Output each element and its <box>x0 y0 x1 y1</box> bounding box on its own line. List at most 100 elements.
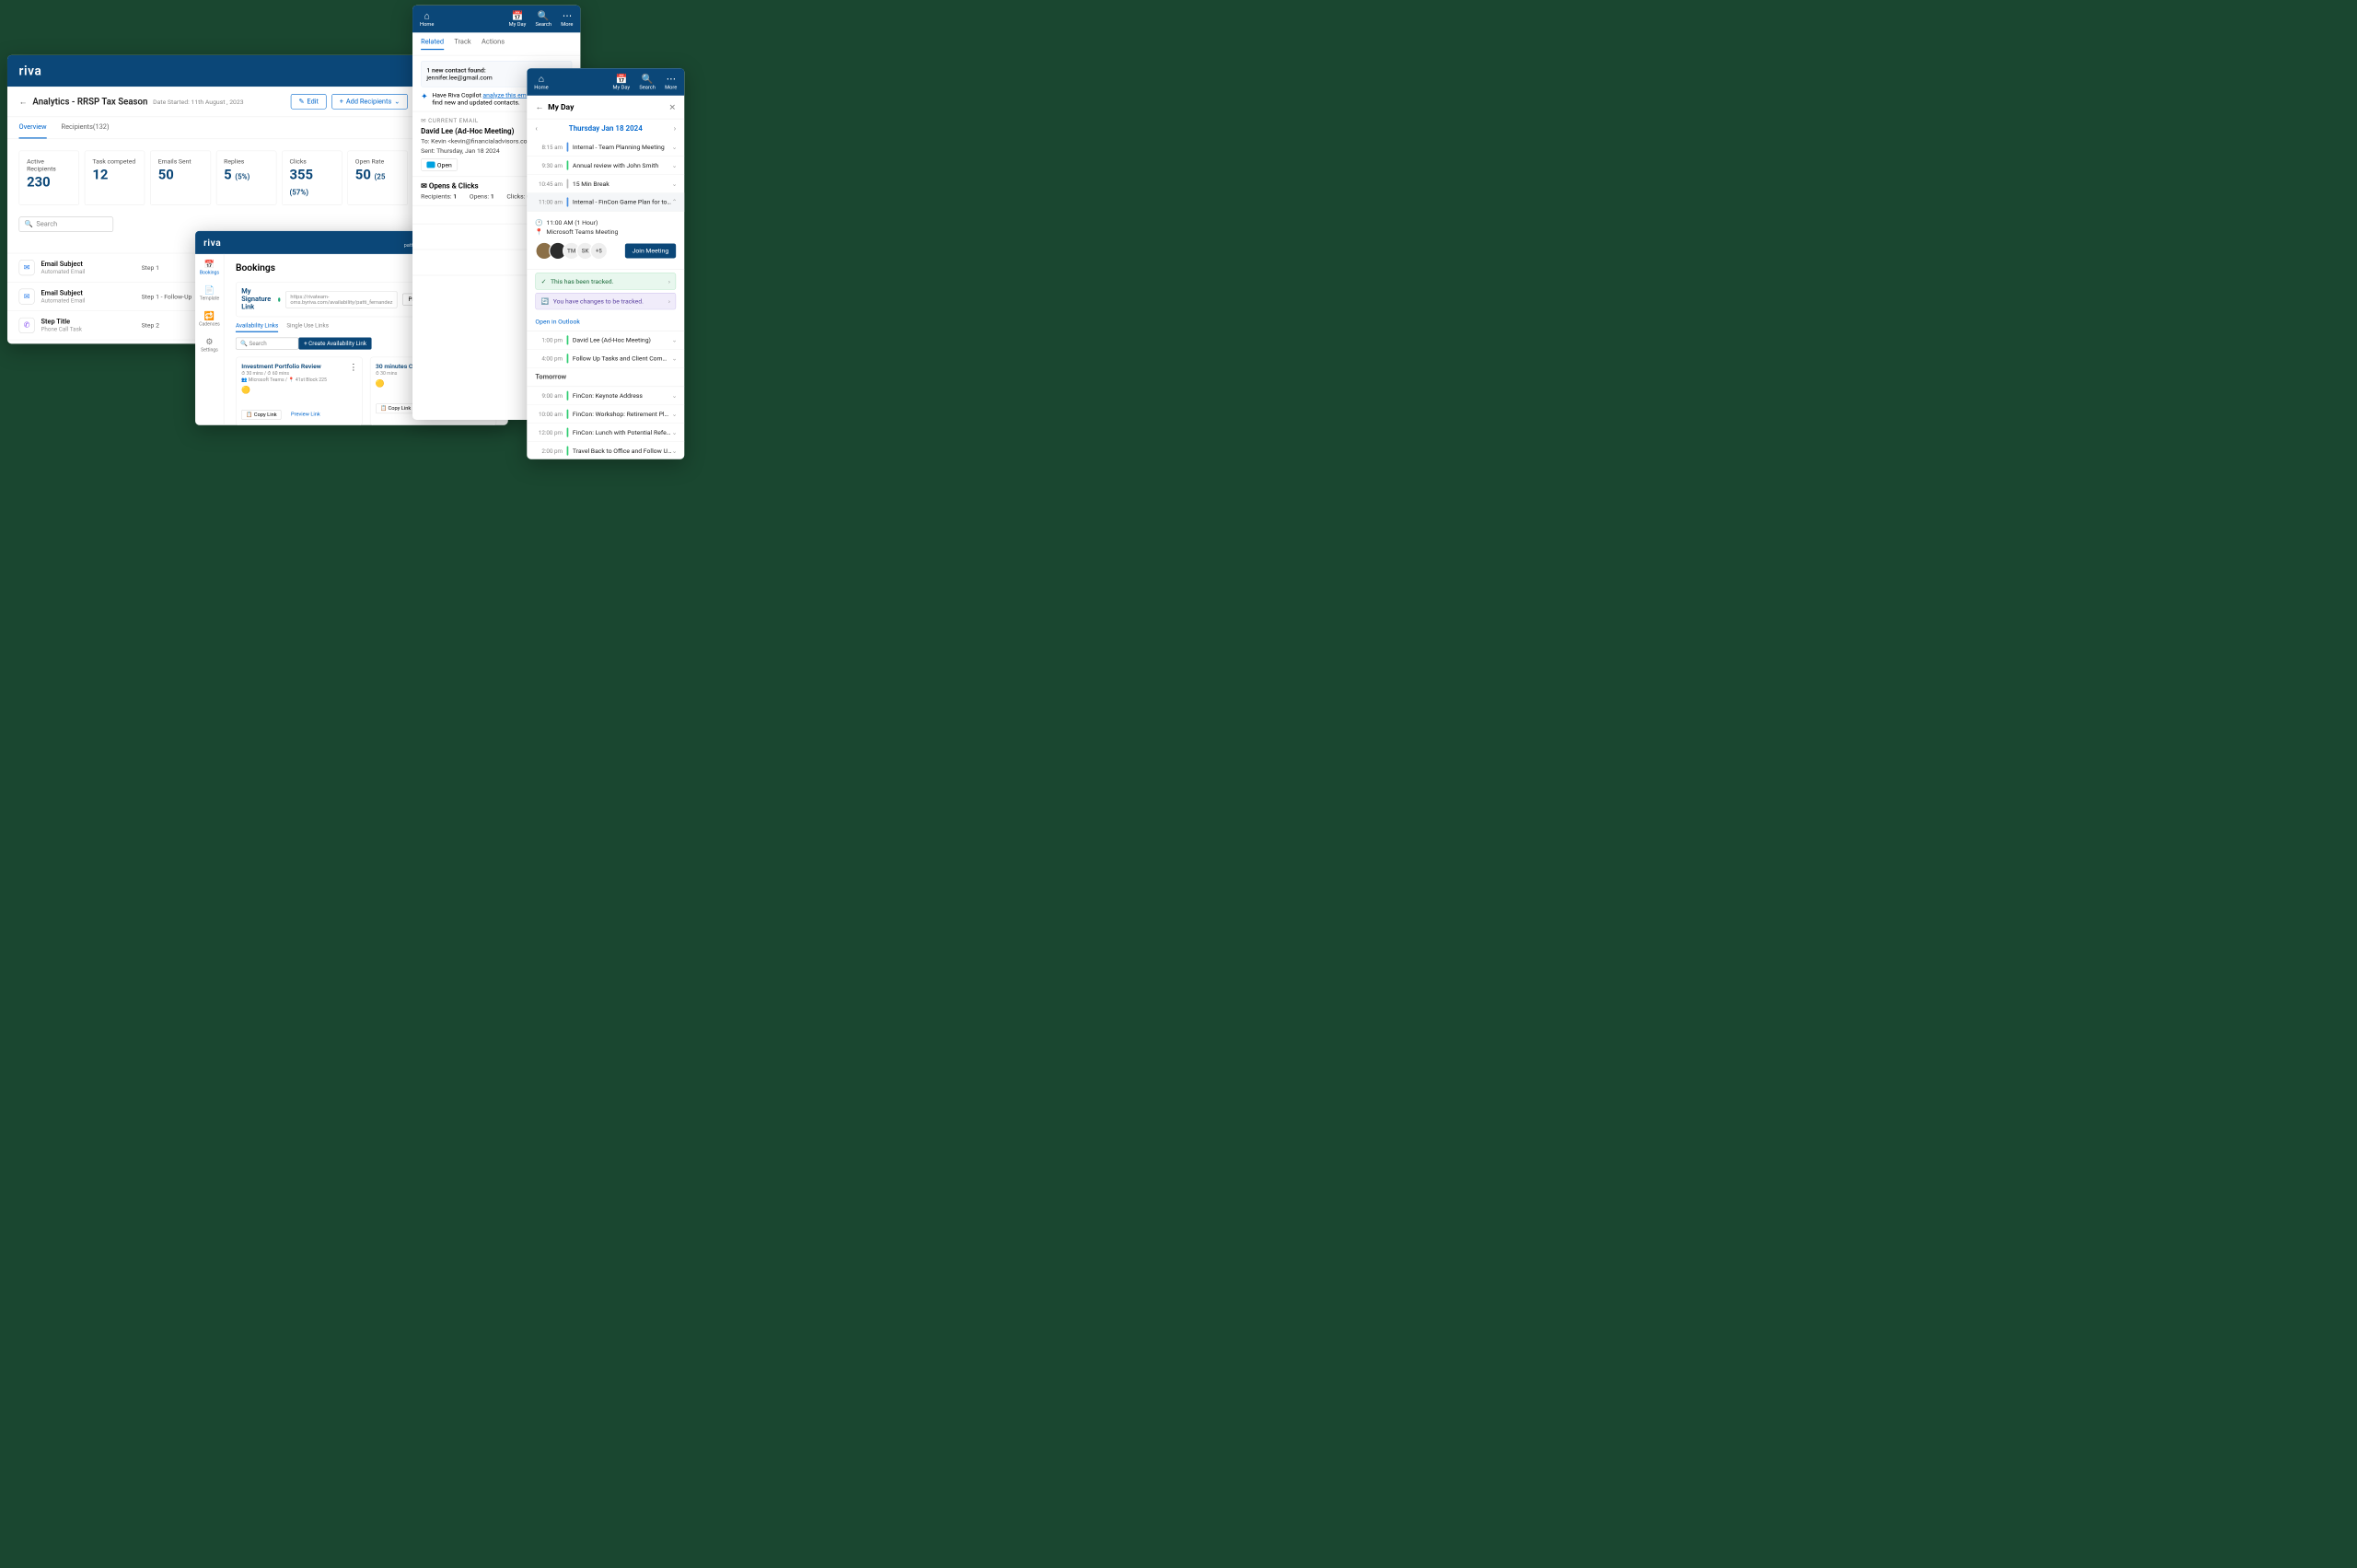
riva-logo: riva <box>203 237 221 248</box>
chevron-down-icon: ⌄ <box>672 429 678 436</box>
sidebar-item-bookings[interactable]: 📅Bookings <box>200 260 219 276</box>
nav-myday[interactable]: 📅My Day <box>509 10 527 27</box>
signature-url: https://rivateam-oms.byriva.com/availabi… <box>285 291 397 308</box>
back-icon[interactable]: ← <box>535 102 543 112</box>
nav-myday[interactable]: 📅My Day <box>613 74 631 90</box>
date-started: Date Started: 11th August , 2023 <box>153 98 243 105</box>
edit-button[interactable]: ✎Edit <box>291 94 327 110</box>
tab-overview[interactable]: Overview <box>19 117 47 138</box>
copy-link-button[interactable]: 📋 Copy Link <box>241 410 282 420</box>
analytics-tabs: Overview Recipients(132) <box>7 117 419 139</box>
search-input[interactable]: 🔍 Search <box>19 216 114 232</box>
search-icon: 🔍 <box>639 74 656 85</box>
agenda-item[interactable]: 10:45 am 15 Min Break ⌄ <box>527 175 684 193</box>
envelope-icon: ✉ <box>421 117 426 123</box>
agenda-item[interactable]: 12:00 pm FinCon: Lunch with Potential Re… <box>527 424 684 442</box>
event-color-bar <box>567 391 569 401</box>
nav-home[interactable]: ⌂Home <box>420 10 434 27</box>
tracked-status[interactable]: ✓This has been tracked.› <box>535 273 676 289</box>
bookings-sidebar: 📅Bookings 📄Template 🔁Cadences ⚙Settings <box>195 254 224 425</box>
current-date: Thursday Jan 18 2024 <box>569 124 643 133</box>
nav-home[interactable]: ⌂Home <box>534 74 548 90</box>
sidebar-item-template[interactable]: 📄Template <box>200 285 219 302</box>
mobile-myday-panel: ⌂Home 📅My Day 🔍Search ⋯More ← My Day ✕ ‹… <box>527 68 684 459</box>
clock-icon: 🕐 <box>535 219 543 226</box>
step-type-icon: ✆ <box>19 318 35 333</box>
pencil-icon: ✎ <box>298 98 304 106</box>
tab-track[interactable]: Track <box>454 38 470 50</box>
agenda-item[interactable]: 4:00 pm Follow Up Tasks and Client Commu… <box>527 350 684 368</box>
myday-title: My Day <box>548 102 574 111</box>
attendee-avatar: +5 <box>590 242 608 260</box>
event-color-bar <box>567 197 569 206</box>
event-color-bar <box>567 335 569 344</box>
more-icon: ⋯ <box>561 10 573 21</box>
open-in-outlook-link[interactable]: Open in Outlook <box>527 313 684 331</box>
tab-availability-links[interactable]: Availability Links <box>236 322 278 332</box>
sparkle-icon: ✦ <box>421 91 428 101</box>
step-type-icon: ✉ <box>19 289 35 305</box>
tab-single-use-links[interactable]: Single Use Links <box>286 322 329 332</box>
agenda-item[interactable]: 2:00 pm Travel Back to Office and Follow… <box>527 442 684 459</box>
mobile-nav: ⌂Home 📅My Day 🔍Search ⋯More <box>527 68 684 96</box>
riva-logo: riva <box>19 64 42 78</box>
sidebar-item-settings[interactable]: ⚙Settings <box>201 336 218 353</box>
bookings-icon: 📅 <box>200 260 219 270</box>
card-menu-icon[interactable]: ⋮ <box>349 362 357 372</box>
chevron-right-icon: › <box>668 297 670 305</box>
search-icon: 🔍 <box>25 220 33 228</box>
template-icon: 📄 <box>200 285 219 296</box>
stats-row: Active Recipients 230 Task competed 12 E… <box>7 139 419 216</box>
preview-link-button[interactable]: Preview Link <box>286 410 324 420</box>
calendar-icon: 📅 <box>509 10 527 21</box>
tab-actions[interactable]: Actions <box>482 38 505 50</box>
agenda-item[interactable]: 10:00 am FinCon: Workshop: Retirement Pl… <box>527 405 684 424</box>
salesforce-icon <box>426 162 435 168</box>
tab-related[interactable]: Related <box>421 38 444 50</box>
chevron-down-icon: ⌄ <box>394 98 400 106</box>
chevron-down-icon: ⌄ <box>672 162 678 169</box>
nav-more[interactable]: ⋯More <box>665 74 677 90</box>
agenda-item[interactable]: 8:15 am Internal - Team Planning Meeting… <box>527 138 684 157</box>
agenda-item[interactable]: 11:00 am Internal - FinCon Game Plan for… <box>527 193 684 212</box>
nav-search[interactable]: 🔍Search <box>536 10 552 27</box>
add-recipients-button[interactable]: +Add Recipients⌄ <box>331 94 408 110</box>
attendee-avatars: TMSK+5 <box>535 242 608 260</box>
nav-more[interactable]: ⋯More <box>561 10 573 27</box>
chevron-down-icon: ⌄ <box>672 392 678 400</box>
event-color-bar <box>567 160 569 169</box>
chevron-right-icon: › <box>668 278 670 285</box>
agenda-item[interactable]: 1:00 pm David Lee (Ad-Hoc Meeting) ⌄ <box>527 331 684 350</box>
next-day-icon[interactable]: › <box>674 124 676 133</box>
step-type-icon: ✉ <box>19 260 35 275</box>
analyze-email-link[interactable]: analyze this email <box>482 91 532 99</box>
tomorrow-label: Tomorrow <box>527 368 684 388</box>
join-meeting-button[interactable]: Join Meeting <box>625 243 677 258</box>
event-color-bar <box>567 428 569 437</box>
home-icon: ⌂ <box>534 74 548 85</box>
back-icon[interactable]: ← <box>19 97 28 107</box>
open-in-salesforce-button[interactable]: Open <box>421 158 458 171</box>
changes-status[interactable]: 🔄You have changes to be tracked.› <box>535 293 676 309</box>
close-icon[interactable]: ✕ <box>669 102 677 112</box>
sidebar-item-cadences[interactable]: 🔁Cadences <box>199 310 220 327</box>
agenda-item[interactable]: 9:30 am Annual review with John Smith ⌄ <box>527 157 684 175</box>
chevron-down-icon: ⌄ <box>672 180 678 188</box>
nav-search[interactable]: 🔍Search <box>639 74 656 90</box>
agenda-item[interactable]: 9:00 am FinCon: Keynote Address ⌄ <box>527 387 684 405</box>
home-icon: ⌂ <box>420 10 434 21</box>
stat-card: Emails Sent 50 <box>150 151 211 205</box>
copy-link-button[interactable]: 📋 Copy Link <box>376 403 416 413</box>
create-availability-link-button[interactable]: + Create Availability Link <box>298 338 371 350</box>
tab-recipients[interactable]: Recipients(132) <box>62 117 110 138</box>
stat-card: Replies 5 (5%) <box>216 151 277 205</box>
event-color-bar <box>567 179 569 188</box>
check-icon: ✓ <box>541 278 547 285</box>
chevron-down-icon: ⌄ <box>672 336 678 343</box>
cadences-icon: 🔁 <box>199 310 220 320</box>
chevron-down-icon: ⌃ <box>672 198 678 205</box>
search-icon: 🔍 <box>536 10 552 21</box>
prev-day-icon[interactable]: ‹ <box>535 124 537 133</box>
analytics-header: riva <box>7 55 419 87</box>
search-input[interactable]: 🔍 Search <box>236 338 298 350</box>
